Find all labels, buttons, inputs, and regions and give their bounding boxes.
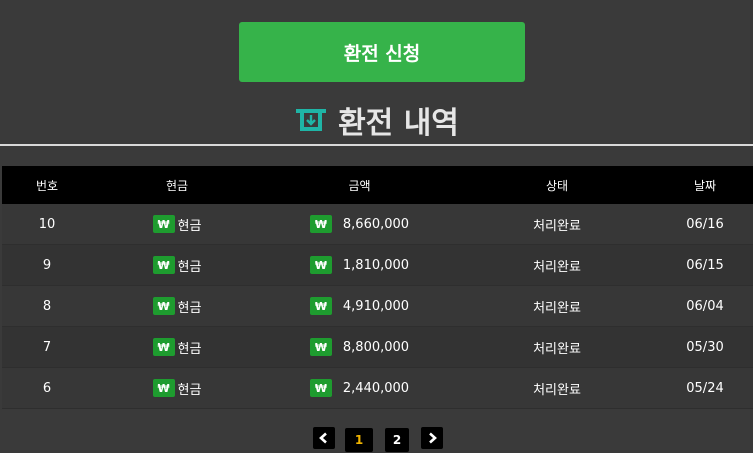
won-icon: ₩ [152,256,175,274]
won-icon: ₩ [152,338,175,356]
page-2-button[interactable]: 2 [385,428,409,452]
row-amount-value: 4,910,000 [342,298,410,314]
row-date: 06/15 [686,257,724,273]
row-date: 05/30 [686,339,724,355]
header-type: 현금 [165,178,189,193]
row-status: 처리완료 [533,218,581,234]
won-icon: ₩ [309,297,332,315]
prev-page-button[interactable] [313,427,335,449]
row-type: ₩ 현금 [92,215,262,234]
row-type-label: 현금 [177,218,202,234]
row-type: ₩ 현금 [92,338,262,357]
won-icon: ₩ [309,379,332,397]
row-status: 처리완료 [533,259,581,275]
chevron-right-icon [429,432,437,444]
table-row: 7 ₩ 현금 ₩8,800,000 처리완료 05/30 [2,327,753,368]
header-status: 상태 [545,178,569,193]
row-status: 처리완료 [533,382,581,398]
row-date: 06/04 [686,298,724,314]
row-amount-value: 8,800,000 [342,339,410,355]
row-amount-value: 1,810,000 [342,257,410,273]
next-page-button[interactable] [421,427,443,449]
row-status: 처리완료 [533,341,581,357]
won-icon: ₩ [309,338,332,356]
table-body: 10 ₩ 현금 ₩8,660,000 처리완료 06/16 9 ₩ 현금 ₩1,810,000 처리… [2,204,753,409]
row-no: 9 [42,257,52,273]
row-amount: ₩8,660,000 [262,215,457,233]
row-no: 10 [38,216,56,232]
header-no: 번호 [35,178,59,193]
row-amount: ₩2,440,000 [262,379,457,397]
row-type-label: 현금 [177,259,202,275]
row-amount-value: 2,440,000 [342,380,410,396]
exchange-history-table: 번호 현금 금액 상태 날짜 10 ₩ 현금 ₩8,660,000 처리완료 06/16 9… [2,166,753,409]
table-row: 8 ₩ 현금 ₩4,910,000 처리완료 06/04 [2,286,753,327]
exchange-apply-button[interactable]: 환전 신청 [239,22,525,82]
row-status: 처리완료 [533,300,581,316]
table-header: 번호 현금 금액 상태 날짜 [2,166,753,204]
row-type: ₩ 현금 [92,256,262,275]
chevron-left-icon [319,432,327,444]
row-amount-value: 8,660,000 [342,216,410,232]
row-amount: ₩4,910,000 [262,297,457,315]
row-type-label: 현금 [177,300,202,316]
row-no: 7 [42,339,52,355]
header-date: 날짜 [693,178,717,193]
row-type: ₩ 현금 [92,379,262,398]
table-row: 10 ₩ 현금 ₩8,660,000 처리완료 06/16 [2,204,753,245]
page-1-button[interactable]: 1 [345,428,373,452]
section-header: 환전 내역 [0,100,753,141]
section-title: 환전 내역 [338,106,459,141]
exchange-history-icon [296,109,327,131]
won-icon: ₩ [309,256,332,274]
won-icon: ₩ [152,297,175,315]
row-type-label: 현금 [177,341,202,357]
row-amount: ₩1,810,000 [262,256,457,274]
row-no: 8 [42,298,52,314]
header-amount: 금액 [348,178,371,193]
won-icon: ₩ [152,379,175,397]
table-row: 9 ₩ 현금 ₩1,810,000 처리완료 06/15 [2,245,753,286]
table-row: 6 ₩ 현금 ₩2,440,000 처리완료 05/24 [2,368,753,409]
row-amount: ₩8,800,000 [262,338,457,356]
won-icon: ₩ [152,215,175,233]
row-date: 06/16 [686,216,724,232]
won-icon: ₩ [309,215,332,233]
row-type-label: 현금 [177,382,202,398]
row-no: 6 [42,380,52,396]
row-type: ₩ 현금 [92,297,262,316]
row-date: 05/24 [686,380,724,396]
divider [0,144,753,146]
